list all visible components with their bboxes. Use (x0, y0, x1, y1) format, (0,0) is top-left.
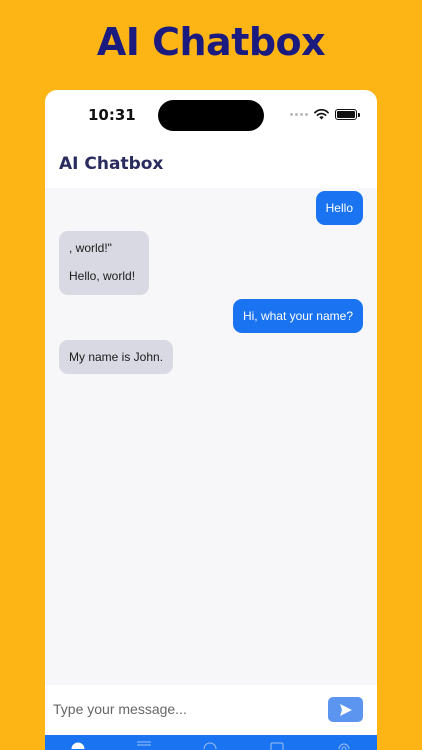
message-text: Hi, what your name? (242, 309, 353, 323)
bottom-tab-bar (45, 735, 377, 750)
app-header: AI Chatbox (45, 140, 377, 188)
message-text: My name is John. (69, 350, 164, 364)
tab-circle[interactable] (203, 740, 217, 750)
message-bubble-bot: My name is John. (59, 340, 174, 375)
tab-settings[interactable] (337, 740, 351, 750)
chat-area[interactable]: Hello , world!" Hello, world! Hi, what y… (45, 188, 377, 685)
message-text: Hello (325, 201, 353, 215)
status-bar: 10:31 (45, 90, 377, 140)
status-icons (290, 109, 360, 120)
send-icon (339, 703, 352, 716)
message-bubble-user: Hello (315, 191, 363, 226)
tab-chat[interactable] (71, 740, 85, 750)
phone-screen: 10:31 AI Chatbox Hello , world!" Hello, … (45, 90, 377, 750)
app-title: AI Chatbox (59, 154, 164, 174)
wifi-icon (314, 109, 329, 120)
dynamic-island (158, 100, 264, 131)
tab-image[interactable] (270, 740, 284, 750)
battery-icon (335, 109, 360, 120)
tab-list[interactable] (137, 740, 151, 750)
message-text: Hello, world! (69, 269, 136, 284)
send-button[interactable] (328, 697, 363, 722)
promo-title: AI Chatbox (96, 20, 326, 64)
message-bubble-user: Hi, what your name? (232, 299, 363, 334)
message-bubble-bot: , world!" Hello, world! (59, 231, 150, 295)
message-text: , world!" (69, 241, 112, 255)
status-time: 10:31 (88, 106, 136, 124)
message-input[interactable] (53, 696, 313, 722)
message-input-bar (45, 685, 377, 735)
signal-icon (290, 113, 308, 116)
